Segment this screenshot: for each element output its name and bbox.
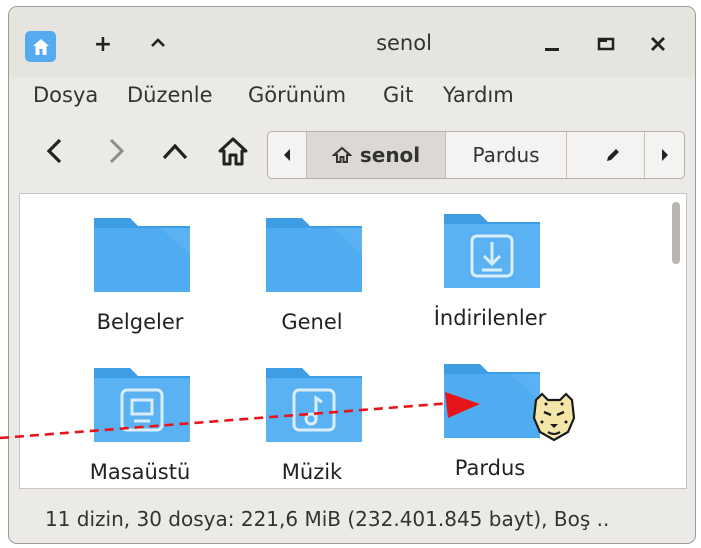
drag-arrow-indicator: [0, 392, 480, 440]
